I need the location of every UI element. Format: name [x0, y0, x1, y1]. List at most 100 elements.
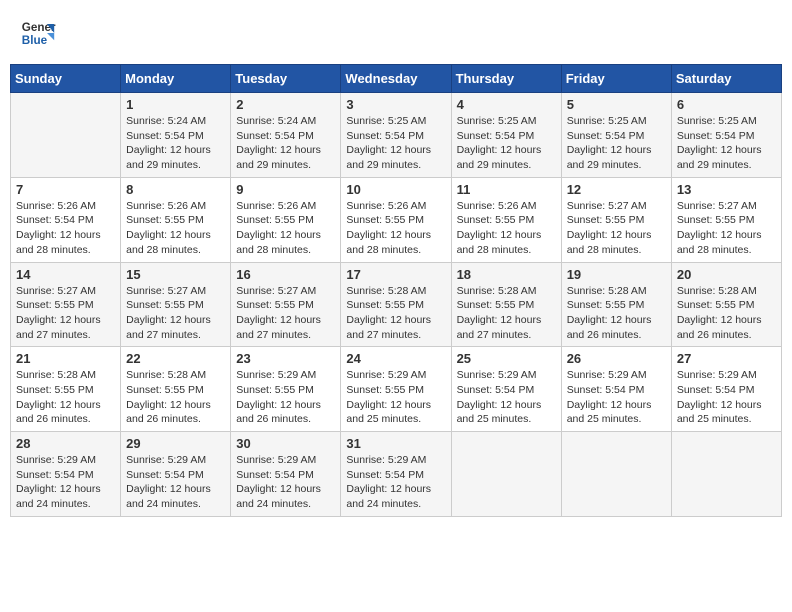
day-info: Sunrise: 5:29 AM Sunset: 5:55 PM Dayligh…: [236, 368, 335, 427]
day-number: 9: [236, 182, 335, 197]
header: General Blue: [10, 10, 782, 56]
day-number: 17: [346, 267, 445, 282]
day-number: 12: [567, 182, 666, 197]
calendar-cell: [11, 93, 121, 178]
calendar-cell: 25 Sunrise: 5:29 AM Sunset: 5:54 PM Dayli…: [451, 347, 561, 432]
day-info: Sunrise: 5:29 AM Sunset: 5:54 PM Dayligh…: [236, 453, 335, 512]
calendar-week-4: 21 Sunrise: 5:28 AM Sunset: 5:55 PM Dayli…: [11, 347, 782, 432]
day-info: Sunrise: 5:26 AM Sunset: 5:55 PM Dayligh…: [236, 199, 335, 258]
calendar-cell: 6 Sunrise: 5:25 AM Sunset: 5:54 PM Daylig…: [671, 93, 781, 178]
day-number: 10: [346, 182, 445, 197]
day-info: Sunrise: 5:24 AM Sunset: 5:54 PM Dayligh…: [236, 114, 335, 173]
day-number: 15: [126, 267, 225, 282]
day-number: 26: [567, 351, 666, 366]
calendar-cell: 4Sunrise: 5:25 AM Sunset: 5:54 PM Daylig…: [451, 93, 561, 178]
calendar-cell: 5 Sunrise: 5:25 AM Sunset: 5:54 PM Daylig…: [561, 93, 671, 178]
calendar-cell: 15 Sunrise: 5:27 AM Sunset: 5:55 PM Dayli…: [121, 262, 231, 347]
day-number: 6: [677, 97, 776, 112]
day-number: 13: [677, 182, 776, 197]
day-info: Sunrise: 5:26 AM Sunset: 5:55 PM Dayligh…: [346, 199, 445, 258]
calendar-cell: 24Sunrise: 5:29 AM Sunset: 5:55 PM Dayli…: [341, 347, 451, 432]
day-info: Sunrise: 5:29 AM Sunset: 5:54 PM Dayligh…: [16, 453, 115, 512]
calendar-cell: 31Sunrise: 5:29 AM Sunset: 5:54 PM Dayli…: [341, 432, 451, 517]
calendar-cell: [671, 432, 781, 517]
day-header-wednesday: Wednesday: [341, 65, 451, 93]
day-number: 29: [126, 436, 225, 451]
calendar-cell: 2Sunrise: 5:24 AM Sunset: 5:54 PM Daylig…: [231, 93, 341, 178]
day-number: 5: [567, 97, 666, 112]
day-info: Sunrise: 5:25 AM Sunset: 5:54 PM Dayligh…: [567, 114, 666, 173]
day-header-thursday: Thursday: [451, 65, 561, 93]
day-number: 30: [236, 436, 335, 451]
day-number: 4: [457, 97, 556, 112]
calendar-cell: 9 Sunrise: 5:26 AM Sunset: 5:55 PM Daylig…: [231, 177, 341, 262]
day-header-saturday: Saturday: [671, 65, 781, 93]
day-header-tuesday: Tuesday: [231, 65, 341, 93]
day-info: Sunrise: 5:28 AM Sunset: 5:55 PM Dayligh…: [346, 284, 445, 343]
day-info: Sunrise: 5:26 AM Sunset: 5:54 PM Dayligh…: [16, 199, 115, 258]
day-info: Sunrise: 5:28 AM Sunset: 5:55 PM Dayligh…: [677, 284, 776, 343]
calendar-week-3: 14 Sunrise: 5:27 AM Sunset: 5:55 PM Dayli…: [11, 262, 782, 347]
logo: General Blue: [20, 15, 56, 51]
calendar-cell: 23Sunrise: 5:29 AM Sunset: 5:55 PM Dayli…: [231, 347, 341, 432]
day-info: Sunrise: 5:29 AM Sunset: 5:54 PM Dayligh…: [126, 453, 225, 512]
day-info: Sunrise: 5:27 AM Sunset: 5:55 PM Dayligh…: [126, 284, 225, 343]
day-header-monday: Monday: [121, 65, 231, 93]
calendar-cell: [561, 432, 671, 517]
calendar-cell: 18 Sunrise: 5:28 AM Sunset: 5:55 PM Dayli…: [451, 262, 561, 347]
calendar-cell: 28 Sunrise: 5:29 AM Sunset: 5:54 PM Dayli…: [11, 432, 121, 517]
day-number: 20: [677, 267, 776, 282]
calendar-week-2: 7 Sunrise: 5:26 AM Sunset: 5:54 PM Daylig…: [11, 177, 782, 262]
day-number: 21: [16, 351, 115, 366]
day-info: Sunrise: 5:27 AM Sunset: 5:55 PM Dayligh…: [16, 284, 115, 343]
calendar-cell: 22 Sunrise: 5:28 AM Sunset: 5:55 PM Dayli…: [121, 347, 231, 432]
calendar-cell: 13 Sunrise: 5:27 AM Sunset: 5:55 PM Dayli…: [671, 177, 781, 262]
day-number: 7: [16, 182, 115, 197]
svg-text:Blue: Blue: [22, 34, 48, 47]
calendar-table: SundayMondayTuesdayWednesdayThursdayFrid…: [10, 64, 782, 517]
day-info: Sunrise: 5:27 AM Sunset: 5:55 PM Dayligh…: [236, 284, 335, 343]
day-number: 22: [126, 351, 225, 366]
day-number: 14: [16, 267, 115, 282]
day-number: 25: [457, 351, 556, 366]
calendar-cell: 12Sunrise: 5:27 AM Sunset: 5:55 PM Dayli…: [561, 177, 671, 262]
calendar-cell: 17 Sunrise: 5:28 AM Sunset: 5:55 PM Dayli…: [341, 262, 451, 347]
calendar-week-1: 1 Sunrise: 5:24 AM Sunset: 5:54 PM Daylig…: [11, 93, 782, 178]
calendar-cell: 1 Sunrise: 5:24 AM Sunset: 5:54 PM Daylig…: [121, 93, 231, 178]
day-info: Sunrise: 5:28 AM Sunset: 5:55 PM Dayligh…: [126, 368, 225, 427]
calendar-cell: 3Sunrise: 5:25 AM Sunset: 5:54 PM Daylig…: [341, 93, 451, 178]
calendar-cell: 30 Sunrise: 5:29 AM Sunset: 5:54 PM Dayli…: [231, 432, 341, 517]
day-info: Sunrise: 5:29 AM Sunset: 5:54 PM Dayligh…: [457, 368, 556, 427]
calendar-header-row: SundayMondayTuesdayWednesdayThursdayFrid…: [11, 65, 782, 93]
calendar-cell: 19 Sunrise: 5:28 AM Sunset: 5:55 PM Dayli…: [561, 262, 671, 347]
day-number: 18: [457, 267, 556, 282]
calendar-cell: 10 Sunrise: 5:26 AM Sunset: 5:55 PM Dayli…: [341, 177, 451, 262]
day-number: 19: [567, 267, 666, 282]
day-header-friday: Friday: [561, 65, 671, 93]
calendar-cell: 8Sunrise: 5:26 AM Sunset: 5:55 PM Daylig…: [121, 177, 231, 262]
day-number: 16: [236, 267, 335, 282]
calendar-cell: [451, 432, 561, 517]
calendar-cell: 14 Sunrise: 5:27 AM Sunset: 5:55 PM Dayli…: [11, 262, 121, 347]
calendar-cell: 27 Sunrise: 5:29 AM Sunset: 5:54 PM Dayli…: [671, 347, 781, 432]
day-number: 27: [677, 351, 776, 366]
day-info: Sunrise: 5:25 AM Sunset: 5:54 PM Dayligh…: [677, 114, 776, 173]
day-header-sunday: Sunday: [11, 65, 121, 93]
day-info: Sunrise: 5:27 AM Sunset: 5:55 PM Dayligh…: [677, 199, 776, 258]
calendar-week-5: 28 Sunrise: 5:29 AM Sunset: 5:54 PM Dayli…: [11, 432, 782, 517]
day-info: Sunrise: 5:29 AM Sunset: 5:54 PM Dayligh…: [346, 453, 445, 512]
day-info: Sunrise: 5:24 AM Sunset: 5:54 PM Dayligh…: [126, 114, 225, 173]
day-info: Sunrise: 5:29 AM Sunset: 5:54 PM Dayligh…: [677, 368, 776, 427]
calendar-cell: 16 Sunrise: 5:27 AM Sunset: 5:55 PM Dayli…: [231, 262, 341, 347]
calendar-cell: 11Sunrise: 5:26 AM Sunset: 5:55 PM Dayli…: [451, 177, 561, 262]
calendar-cell: 21 Sunrise: 5:28 AM Sunset: 5:55 PM Dayli…: [11, 347, 121, 432]
day-info: Sunrise: 5:28 AM Sunset: 5:55 PM Dayligh…: [457, 284, 556, 343]
day-info: Sunrise: 5:28 AM Sunset: 5:55 PM Dayligh…: [567, 284, 666, 343]
day-number: 1: [126, 97, 225, 112]
calendar-cell: 29 Sunrise: 5:29 AM Sunset: 5:54 PM Dayli…: [121, 432, 231, 517]
day-info: Sunrise: 5:29 AM Sunset: 5:55 PM Dayligh…: [346, 368, 445, 427]
day-info: Sunrise: 5:28 AM Sunset: 5:55 PM Dayligh…: [16, 368, 115, 427]
day-number: 11: [457, 182, 556, 197]
calendar-cell: 20 Sunrise: 5:28 AM Sunset: 5:55 PM Dayli…: [671, 262, 781, 347]
day-number: 28: [16, 436, 115, 451]
